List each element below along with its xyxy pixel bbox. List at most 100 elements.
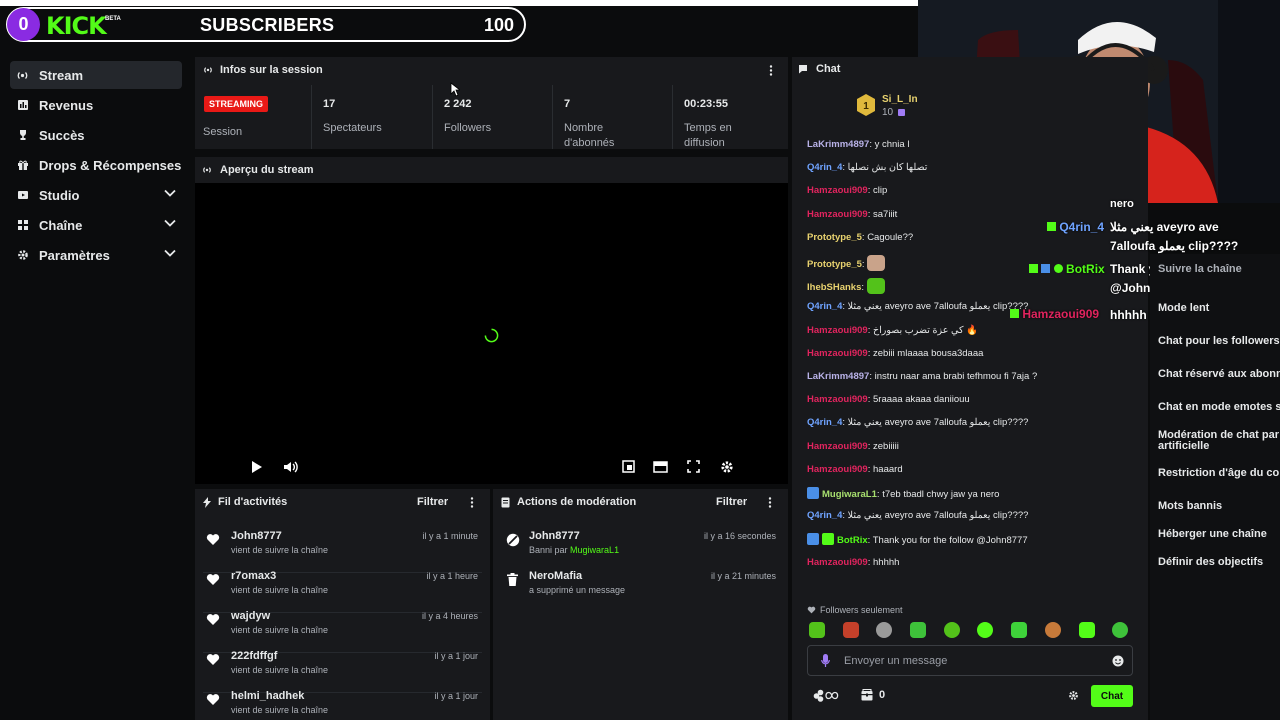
- chat-username[interactable]: Hamzaoui909: [807, 348, 868, 359]
- sidebar-item-label: Succès: [39, 127, 85, 143]
- trophy-icon: [16, 129, 29, 142]
- settings-item[interactable]: Mots bannis: [1158, 501, 1222, 512]
- settings-item[interactable]: Modération de chat par artificielle: [1158, 430, 1280, 452]
- chat-message: Prototype_5: Cagoule??: [807, 231, 914, 243]
- settings-item[interactable]: Chat réservé aux abonn: [1158, 369, 1280, 380]
- gear-icon: [16, 249, 29, 262]
- user-badge-icon: [807, 487, 819, 499]
- chat-message: Q4rin_4: يعني مثلا aveyro ave 7alloufa ي…: [807, 510, 1029, 522]
- chat-username[interactable]: Hamzaoui909: [807, 325, 868, 336]
- moderation-desc: a supprimé un message: [529, 585, 626, 595]
- moderation-time: il y a 16 secondes: [703, 531, 776, 541]
- chat-username[interactable]: Hamzaoui909: [807, 441, 868, 452]
- emote-icon[interactable]: [1112, 622, 1128, 638]
- volume-icon[interactable]: [283, 460, 298, 474]
- more-options-icon[interactable]: [470, 497, 474, 508]
- moderator-name[interactable]: MugiwaraL1: [570, 545, 619, 555]
- chat-text: يعني مثلا aveyro ave 7alloufa يعملو clip…: [847, 301, 1029, 313]
- chat-username[interactable]: LaKrimm4897: [807, 139, 869, 150]
- session-info-panel: Infos sur la session STREAMING Session 1…: [195, 57, 788, 149]
- emote-icon[interactable]: [809, 622, 825, 638]
- settings-item[interactable]: Chat en mode emotes s: [1158, 402, 1280, 413]
- activity-desc: vient de suivre la chaîne: [231, 545, 329, 555]
- activity-feed-panel: Fil d'activités Filtrer John8777 vient d…: [195, 489, 490, 720]
- emote-icon[interactable]: [944, 622, 960, 638]
- chat-input-box[interactable]: [807, 645, 1133, 676]
- chat-username[interactable]: Q4rin_4: [807, 510, 842, 521]
- activity-user[interactable]: wajdyw: [231, 610, 270, 622]
- settings-item[interactable]: Définir des objectifs: [1158, 557, 1263, 568]
- chat-text: haaard: [873, 463, 903, 475]
- settings-item[interactable]: Restriction d'âge du co: [1158, 468, 1279, 479]
- theater-mode-icon[interactable]: [653, 460, 668, 473]
- chat-username[interactable]: Hamzaoui909: [807, 209, 868, 220]
- emoji-picker-icon[interactable]: [1112, 655, 1124, 667]
- broadcast-icon: [203, 65, 213, 75]
- chat-message-input[interactable]: [844, 653, 1094, 669]
- sidebar-item-parametres[interactable]: Paramètres: [10, 241, 182, 269]
- heart-icon: [206, 653, 220, 666]
- emote-icon[interactable]: [1011, 622, 1027, 638]
- chat-username[interactable]: BotRix: [837, 535, 868, 546]
- activity-user[interactable]: John8777: [231, 530, 282, 542]
- top-gifter-name[interactable]: Si_L_In: [882, 94, 918, 105]
- emote-icon[interactable]: [876, 622, 892, 638]
- send-chat-button[interactable]: Chat: [1091, 685, 1133, 707]
- chat-username[interactable]: MugiwaraL1: [822, 489, 877, 500]
- picture-in-picture-icon[interactable]: [622, 460, 635, 473]
- emote-icon[interactable]: [1045, 622, 1061, 638]
- heart-icon: [206, 533, 220, 546]
- chat-username[interactable]: IhebSHanks: [807, 282, 861, 293]
- sidebar-item-studio[interactable]: Studio: [10, 181, 182, 209]
- settings-gear-icon[interactable]: [720, 460, 734, 474]
- emote-icon[interactable]: [1079, 622, 1095, 638]
- settings-item[interactable]: Mode lent: [1158, 303, 1209, 314]
- settings-item[interactable]: Suivre la chaîne: [1158, 264, 1242, 275]
- users-icon[interactable]: [813, 689, 839, 702]
- chat-username[interactable]: Hamzaoui909: [807, 394, 868, 405]
- chat-username[interactable]: Hamzaoui909: [807, 464, 868, 475]
- play-icon[interactable]: [251, 460, 263, 474]
- chat-text: zebiiiii: [873, 440, 899, 452]
- chat-username[interactable]: Prototype_5: [807, 232, 862, 243]
- fullscreen-icon[interactable]: [687, 460, 700, 473]
- settings-item[interactable]: Chat pour les followers: [1158, 336, 1280, 347]
- chat-username[interactable]: Hamzaoui909: [807, 185, 868, 196]
- emote-icon[interactable]: [843, 622, 859, 638]
- chat-username[interactable]: Q4rin_4: [807, 417, 842, 428]
- chat-username[interactable]: LaKrimm4897: [807, 371, 869, 382]
- stat-label: Followers: [444, 122, 492, 134]
- moderation-user[interactable]: NeroMafia: [529, 570, 582, 582]
- activity-desc: vient de suivre la chaîne: [231, 585, 329, 595]
- sidebar-item-drops[interactable]: Drops & Récompenses: [10, 151, 182, 179]
- sidebar-item-revenus[interactable]: Revenus: [10, 91, 182, 119]
- activity-user[interactable]: r7omax3: [231, 570, 276, 582]
- sidebar-item-chaine[interactable]: Chaîne: [10, 211, 182, 239]
- filter-button[interactable]: Filtrer: [417, 496, 448, 508]
- chat-username[interactable]: Q4rin_4: [807, 301, 842, 312]
- microphone-icon[interactable]: [821, 654, 830, 668]
- chat-username[interactable]: Hamzaoui909: [807, 557, 868, 568]
- more-options-icon[interactable]: [768, 497, 772, 508]
- emote-icon[interactable]: [977, 622, 993, 638]
- activity-time: il y a 1 heure: [426, 571, 478, 581]
- emote-icon[interactable]: [910, 622, 926, 638]
- settings-item[interactable]: Héberger une chaîne: [1158, 529, 1267, 540]
- stat-value: 00:23:55: [684, 98, 729, 110]
- moderation-user[interactable]: John8777: [529, 530, 580, 542]
- chat-username[interactable]: Q4rin_4: [807, 162, 842, 173]
- activity-user[interactable]: helmi_hadhek: [231, 690, 304, 702]
- user-badge-icon: [807, 533, 819, 546]
- chat-text: 5raaaa akaaa daniiouu: [873, 394, 970, 406]
- chat-settings-icon[interactable]: [1068, 690, 1079, 701]
- sidebar-item-succes[interactable]: Succès: [10, 121, 182, 149]
- points-chest-icon[interactable]: [861, 688, 873, 701]
- chat-username[interactable]: Prototype_5: [807, 259, 862, 270]
- filter-button[interactable]: Filtrer: [716, 496, 747, 508]
- activity-user[interactable]: 222fdffgf: [231, 650, 277, 662]
- chat-message: Hamzaoui909: sa7iiit: [807, 208, 898, 220]
- sidebar-item-stream[interactable]: Stream: [10, 61, 182, 89]
- more-options-icon[interactable]: [769, 65, 773, 76]
- chat-message: Q4rin_4: يعني مثلا aveyro ave 7alloufa ي…: [807, 417, 1029, 429]
- chevron-down-icon: [164, 189, 176, 197]
